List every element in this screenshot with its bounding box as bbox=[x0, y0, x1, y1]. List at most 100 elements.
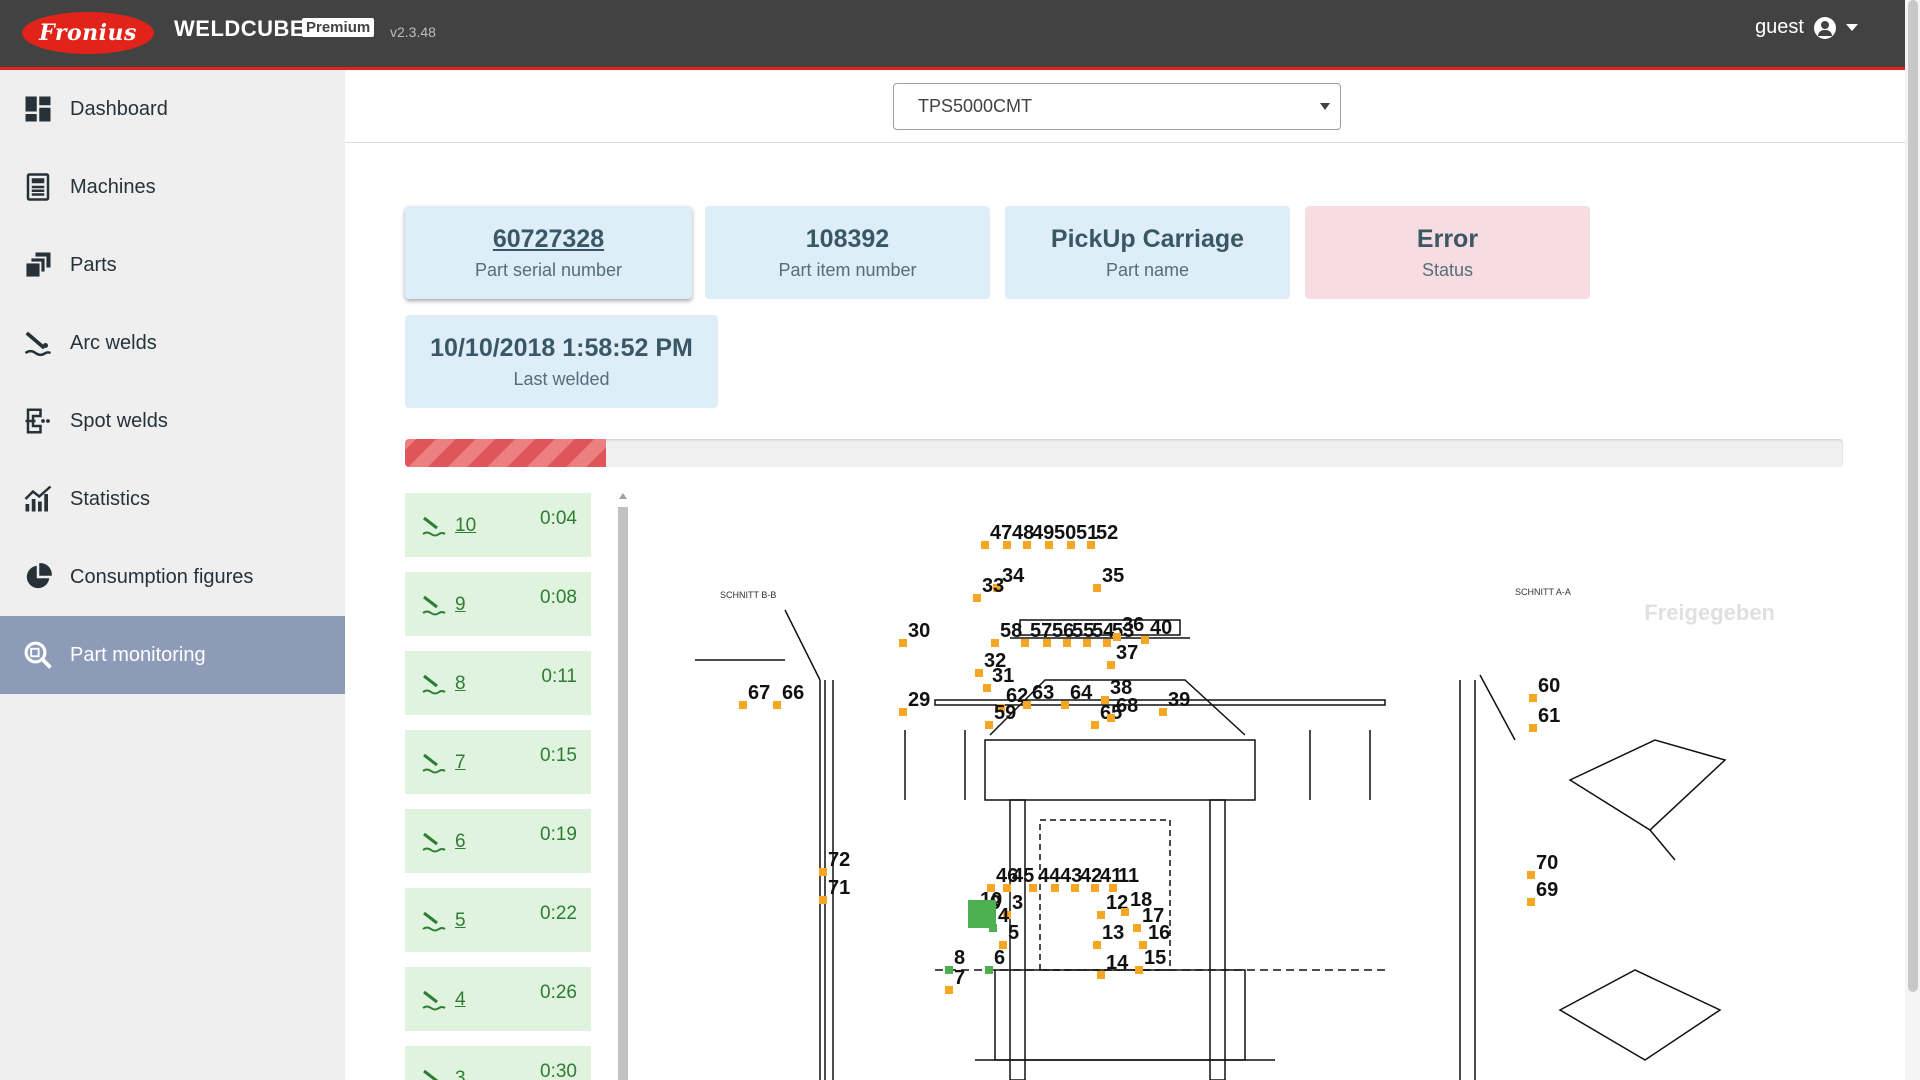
weld-marker[interactable] bbox=[899, 708, 907, 716]
weld-marker[interactable] bbox=[1091, 721, 1099, 729]
weld-marker[interactable] bbox=[1097, 911, 1105, 919]
weld-marker[interactable] bbox=[1021, 639, 1029, 647]
weld-number-link[interactable]: 5 bbox=[455, 910, 466, 932]
weld-marker[interactable] bbox=[945, 966, 953, 974]
sidebar-item-parts[interactable]: Parts bbox=[0, 226, 345, 304]
weld-list-item[interactable]: 10 0:04 bbox=[405, 493, 591, 557]
weld-marker[interactable] bbox=[1529, 694, 1537, 702]
weld-marker[interactable] bbox=[1051, 884, 1059, 892]
weld-marker[interactable] bbox=[1043, 639, 1051, 647]
weld-marker[interactable] bbox=[1103, 639, 1111, 647]
weld-marker[interactable] bbox=[1107, 661, 1115, 669]
sidebar-item-dashboard[interactable]: Dashboard bbox=[0, 70, 345, 148]
scroll-up-icon[interactable] bbox=[619, 493, 627, 499]
weld-marker[interactable] bbox=[985, 721, 993, 729]
weld-list-item[interactable]: 6 0:19 bbox=[405, 809, 591, 873]
weld-marker[interactable] bbox=[1063, 639, 1071, 647]
weld-duration: 0:22 bbox=[540, 903, 577, 924]
weld-marker[interactable] bbox=[1135, 966, 1143, 974]
sidebar-item-part-monitoring[interactable]: Part monitoring bbox=[0, 616, 345, 694]
weld-marker[interactable] bbox=[1091, 884, 1099, 892]
weld-marker-label: 50 bbox=[1054, 522, 1076, 544]
weld-number-link[interactable]: 7 bbox=[455, 752, 466, 774]
weld-marker[interactable] bbox=[739, 701, 747, 709]
weld-marker-label: 14 bbox=[1106, 952, 1129, 974]
weld-marker[interactable] bbox=[1083, 639, 1091, 647]
weld-list-scrollbar[interactable] bbox=[615, 493, 628, 1080]
weld-marker[interactable] bbox=[1159, 708, 1167, 716]
weld-marker[interactable] bbox=[945, 986, 953, 994]
weld-marker[interactable] bbox=[1023, 541, 1031, 549]
weld-list-item[interactable]: 3 0:30 bbox=[405, 1046, 591, 1080]
weld-marker[interactable] bbox=[1029, 884, 1037, 892]
weld-marker[interactable] bbox=[1113, 633, 1121, 641]
weld-number-link[interactable]: 3 bbox=[455, 1068, 466, 1080]
weld-marker[interactable] bbox=[1087, 541, 1095, 549]
weld-list-item[interactable]: 5 0:22 bbox=[405, 888, 591, 952]
weld-marker[interactable] bbox=[819, 896, 827, 904]
weld-marker[interactable] bbox=[1133, 924, 1141, 932]
weld-marker[interactable] bbox=[981, 541, 989, 549]
weld-number-link[interactable]: 4 bbox=[455, 989, 466, 1011]
card-part-serial-number[interactable]: 60727328 Part serial number bbox=[405, 206, 692, 299]
user-menu[interactable]: guest bbox=[1755, 16, 1858, 39]
weld-marker[interactable] bbox=[1527, 871, 1535, 879]
weld-marker-label: 30 bbox=[908, 620, 930, 642]
weld-marker[interactable] bbox=[1529, 724, 1537, 732]
sidebar-item-spot-welds[interactable]: Spot welds bbox=[0, 382, 345, 460]
weld-marker[interactable] bbox=[1141, 636, 1149, 644]
sidebar-item-consumption-figures[interactable]: Consumption figures bbox=[0, 538, 345, 616]
weld-number-link[interactable]: 8 bbox=[455, 673, 466, 695]
sidebar-item-machines[interactable]: Machines bbox=[0, 148, 345, 226]
weld-marker[interactable] bbox=[1097, 971, 1105, 979]
weld-marker[interactable] bbox=[773, 701, 781, 709]
weld-marker[interactable] bbox=[1071, 884, 1079, 892]
version-label: v2.3.48 bbox=[390, 24, 436, 40]
weld-marker-label: 55 bbox=[1072, 620, 1094, 642]
weld-duration: 0:26 bbox=[540, 982, 577, 1003]
weld-marker[interactable] bbox=[975, 669, 983, 677]
weld-marker-label: 42 bbox=[1080, 865, 1102, 887]
window-scrollbar[interactable] bbox=[1905, 0, 1920, 1080]
weld-marker[interactable] bbox=[1003, 541, 1011, 549]
weld-marker[interactable] bbox=[1045, 541, 1053, 549]
weld-marker[interactable] bbox=[1093, 941, 1101, 949]
weld-marker[interactable] bbox=[819, 868, 827, 876]
weld-marker[interactable] bbox=[985, 966, 993, 974]
weld-number-link[interactable]: 9 bbox=[455, 594, 466, 616]
weld-list-item[interactable]: 9 0:08 bbox=[405, 572, 591, 636]
weld-marker[interactable] bbox=[991, 639, 999, 647]
weld-marker[interactable] bbox=[899, 639, 907, 647]
weld-list-item[interactable]: 4 0:26 bbox=[405, 967, 591, 1031]
weld-marker[interactable] bbox=[1527, 898, 1535, 906]
weld-marker[interactable] bbox=[1093, 584, 1101, 592]
weld-number-link[interactable]: 6 bbox=[455, 831, 466, 853]
weld-marker[interactable] bbox=[973, 594, 981, 602]
sidebar-item-arc-welds[interactable]: Arc welds bbox=[0, 304, 345, 382]
weld-marker-label: 35 bbox=[1102, 565, 1124, 587]
fronius-logo[interactable]: Fronius bbox=[22, 12, 154, 54]
sidebar-item-statistics[interactable]: Statistics bbox=[0, 460, 345, 538]
weld-list[interactable]: 10 0:04 9 0:08 8 0:11 7 0:15 6 0:19 5 0:22 4 0:26 3 0:3… bbox=[405, 493, 591, 1080]
weld-marker[interactable] bbox=[1023, 701, 1031, 709]
weld-marker[interactable] bbox=[1003, 884, 1011, 892]
weld-marker-label: 29 bbox=[908, 689, 930, 711]
weld-marker[interactable] bbox=[1107, 714, 1115, 722]
weld-marker[interactable] bbox=[983, 684, 991, 692]
weld-marker-label: 34 bbox=[1002, 565, 1025, 587]
dropdown-arrow-icon bbox=[1320, 103, 1330, 110]
weld-marker[interactable] bbox=[1067, 541, 1075, 549]
machine-selector-bar: TPS5000CMT bbox=[345, 70, 1905, 143]
section-label: SCHNITT A-A bbox=[1515, 587, 1571, 597]
window-scrollbar-thumb[interactable] bbox=[1908, 0, 1918, 992]
weld-marker[interactable] bbox=[1061, 701, 1069, 709]
weld-marker[interactable] bbox=[1109, 884, 1117, 892]
weld-marker-label: 47 bbox=[990, 522, 1012, 544]
part-serial-number-value[interactable]: 60727328 bbox=[493, 225, 604, 254]
weld-number-link[interactable]: 10 bbox=[455, 515, 476, 537]
weld-marker[interactable] bbox=[1121, 908, 1129, 916]
weld-list-item[interactable]: 7 0:15 bbox=[405, 730, 591, 794]
scrollbar-thumb[interactable] bbox=[618, 507, 628, 1080]
machine-select[interactable]: TPS5000CMT bbox=[893, 83, 1341, 130]
weld-list-item[interactable]: 8 0:11 bbox=[405, 651, 591, 715]
